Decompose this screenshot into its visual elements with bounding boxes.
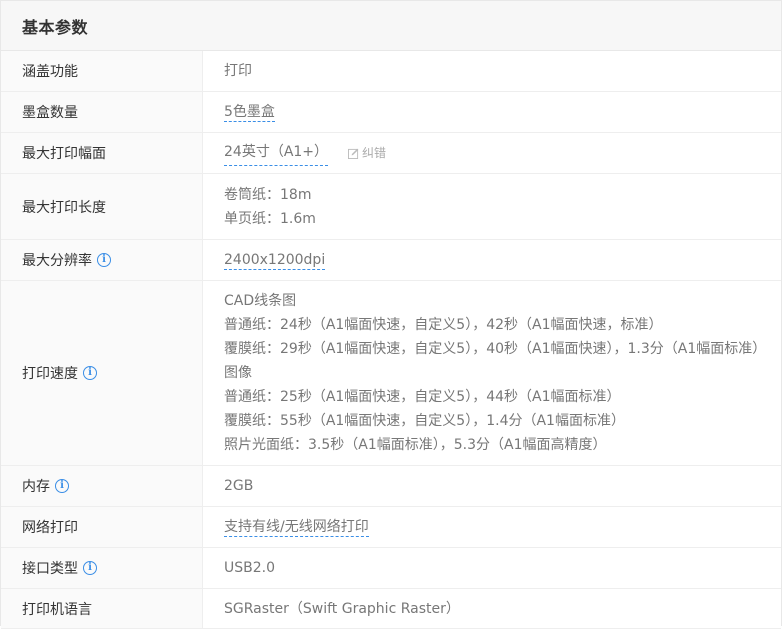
spec-label-text: 最大打印长度 — [22, 199, 106, 216]
correction-label: 纠错 — [362, 146, 387, 160]
spec-row-coverage: 涵盖功能 打印 — [1, 51, 781, 92]
spec-value-text: USB2.0 — [224, 560, 276, 576]
spec-row-print-speed: 打印速度 i CAD线条图 普通纸：24秒（A1幅面快速，自定义5），42秒（A… — [1, 281, 781, 466]
spec-row-resolution: 最大分辨率 i 2400x1200dpi — [1, 240, 781, 281]
spec-value-link[interactable]: 5色墨盒 — [224, 104, 275, 122]
spec-value: 卷筒纸：18m 单页纸：1.6m — [203, 174, 781, 239]
spec-value: 打印 — [203, 51, 781, 91]
spec-value: USB2.0 — [203, 548, 781, 588]
spec-label-text: 最大打印幅面 — [22, 146, 106, 162]
spec-label: 墨盒数量 — [1, 92, 203, 132]
spec-label-text: 网络打印 — [22, 520, 78, 536]
section-title: 基本参数 — [22, 17, 89, 37]
spec-value-line: 普通纸：25秒（A1幅面快速，自定义5），44秒（A1幅面标准） — [224, 389, 621, 405]
info-icon[interactable]: i — [55, 479, 69, 493]
spec-value: 2400x1200dpi — [203, 240, 781, 280]
spec-row-interface: 接口类型 i USB2.0 — [1, 548, 781, 589]
spec-value-line: 覆膜纸：29秒（A1幅面快速，自定义5），40秒（A1幅面快速），1.3分（A1… — [224, 341, 767, 357]
spec-label: 最大分辨率 i — [1, 240, 203, 280]
spec-value-link[interactable]: 支持有线/无线网络打印 — [224, 519, 369, 537]
spec-label: 涵盖功能 — [1, 51, 203, 91]
spec-value: 24英寸（A1+） 纠错 — [203, 133, 781, 173]
spec-label: 网络打印 — [1, 507, 203, 547]
spec-row-memory: 内存 i 2GB — [1, 466, 781, 507]
spec-label-text: 最大分辨率 — [22, 253, 92, 269]
spec-value-link[interactable]: 24英寸（A1+） — [224, 140, 329, 166]
info-icon[interactable]: i — [83, 561, 97, 575]
spec-value-line: 单页纸：1.6m — [224, 210, 316, 227]
spec-label-text: 内存 — [22, 479, 50, 495]
info-icon[interactable]: i — [83, 366, 97, 380]
section-header: 基本参数 — [1, 0, 781, 51]
spec-value: CAD线条图 普通纸：24秒（A1幅面快速，自定义5），42秒（A1幅面快速，标… — [203, 281, 781, 465]
spec-label: 接口类型 i — [1, 548, 203, 588]
spec-label: 最大打印长度 — [1, 174, 203, 239]
spec-row-network: 网络打印 支持有线/无线网络打印 — [1, 507, 781, 548]
info-icon[interactable]: i — [97, 253, 111, 267]
spec-value-line: 卷筒纸：18m — [224, 186, 312, 203]
spec-row-max-length: 最大打印长度 卷筒纸：18m 单页纸：1.6m — [1, 174, 781, 240]
spec-value: 2GB — [203, 466, 781, 506]
spec-row-cartridges: 墨盒数量 5色墨盒 — [1, 92, 781, 133]
spec-row-printer-language: 打印机语言 SGRaster（Swift Graphic Raster） — [1, 589, 781, 629]
spec-label-text: 打印机语言 — [22, 601, 92, 618]
spec-label-text: 涵盖功能 — [22, 64, 78, 80]
spec-value-text: 2GB — [224, 478, 254, 494]
spec-value-line: 覆膜纸：55秒（A1幅面快速，自定义5），1.4分（A1幅面标准） — [224, 413, 625, 429]
spec-value-line: 图像 — [224, 365, 252, 381]
spec-row-max-width: 最大打印幅面 24英寸（A1+） 纠错 — [1, 133, 781, 174]
spec-value-line: 照片光面纸：3.5秒（A1幅面标准），5.3分（A1幅面高精度） — [224, 437, 607, 453]
spec-label: 打印机语言 — [1, 589, 203, 628]
spec-value: SGRaster（Swift Graphic Raster） — [203, 589, 781, 628]
spec-label-text: 打印速度 — [22, 366, 78, 382]
spec-value: 支持有线/无线网络打印 — [203, 507, 781, 547]
spec-label-text: 墨盒数量 — [22, 105, 78, 121]
correction-link[interactable]: 纠错 — [348, 141, 386, 165]
spec-value-link[interactable]: 2400x1200dpi — [224, 252, 326, 270]
spec-value-text: 打印 — [224, 63, 252, 79]
spec-label: 最大打印幅面 — [1, 133, 203, 173]
spec-panel: 基本参数 涵盖功能 打印 墨盒数量 5色墨盒 最大打印幅面 24英寸（A1+） … — [0, 0, 782, 629]
spec-value-text: SGRaster（Swift Graphic Raster） — [224, 600, 460, 617]
spec-value-line: 普通纸：24秒（A1幅面快速，自定义5），42秒（A1幅面快速，标准） — [224, 317, 663, 333]
spec-label: 内存 i — [1, 466, 203, 506]
spec-value-line: CAD线条图 — [224, 293, 297, 309]
spec-value: 5色墨盒 — [203, 92, 781, 132]
spec-label: 打印速度 i — [1, 281, 203, 465]
spec-label-text: 接口类型 — [22, 561, 78, 577]
edit-icon — [348, 148, 359, 159]
